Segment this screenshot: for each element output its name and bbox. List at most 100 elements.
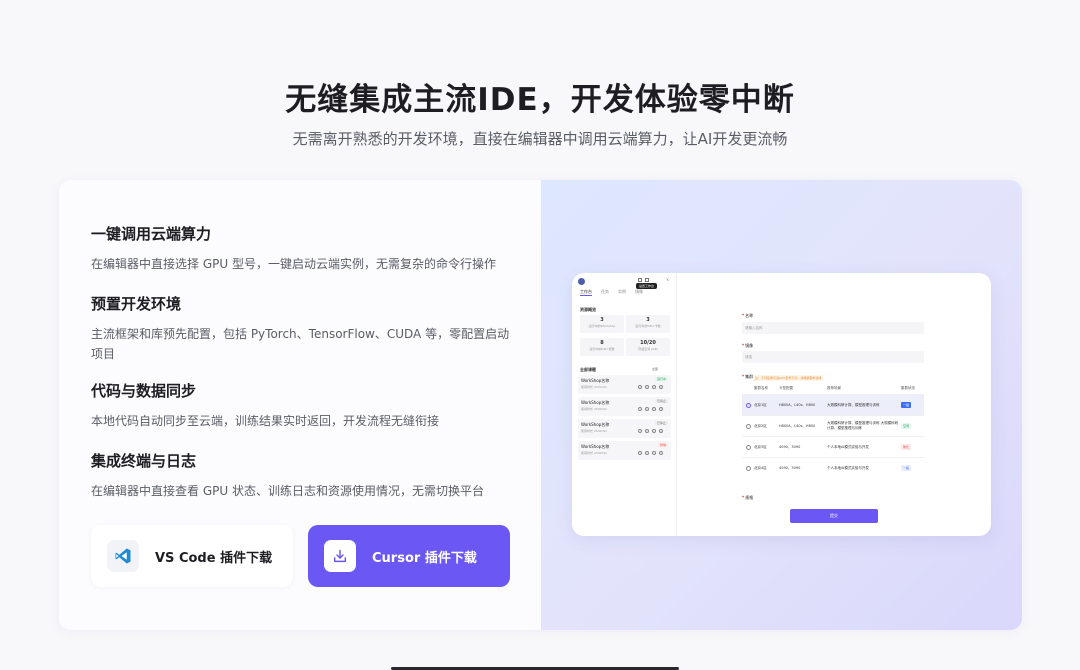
tab-instances[interactable]: 实例 <box>618 289 626 296</box>
image-label: *镜像 <box>742 343 754 348</box>
cluster-table: 集群名称 卡型配置 推荐场景 集群状态 北京1区 H800A、L40s、H800… <box>742 382 924 478</box>
cluster-gpu: H800A、L40s、H800 <box>779 423 816 428</box>
action-icon[interactable] <box>652 385 656 389</box>
action-icon[interactable] <box>659 451 663 455</box>
tab-images[interactable]: 镜像 <box>635 289 643 296</box>
name-input[interactable]: 请输入名称 <box>742 322 924 334</box>
resource-label: 运行中的GPU 卡数 <box>635 324 661 328</box>
submit-button[interactable]: 提交 <box>790 509 878 523</box>
action-icon[interactable] <box>645 407 649 411</box>
feature-description: 主流框架和库预先配置，包括 PyTorch、TensorFlow、CUDA 等，… <box>91 327 510 361</box>
status-badge: 已停止 <box>654 421 668 425</box>
project-actions <box>638 451 663 455</box>
action-icon[interactable] <box>645 451 649 455</box>
projects-filter[interactable]: 全部 <box>652 367 658 371</box>
name-label: *名称 <box>742 313 754 318</box>
feature-title: 集成终端与日志 <box>91 452 197 470</box>
resource-stat: 3 运行中的GPU 卡数 <box>626 315 670 333</box>
status-badge: 异常 <box>657 443 668 447</box>
image-select[interactable]: 请选 <box>742 351 924 363</box>
column-header: 集群名称 <box>754 385 768 390</box>
radio-button[interactable] <box>745 465 751 471</box>
project-name: WorkShop名称 <box>581 444 610 449</box>
cluster-scene: 个人本地AI模式实验与开发 <box>827 444 869 449</box>
cluster-scene: 大规模科研计算、模型推理与训练 大规模科研计算、模型推理与训练 <box>827 421 899 430</box>
action-icon[interactable] <box>645 385 649 389</box>
action-icon[interactable] <box>652 451 656 455</box>
project-meta: 使用时长 2h30min <box>581 407 608 411</box>
resource-stat: 3 运行中的Workshop <box>580 315 624 333</box>
action-icon[interactable] <box>638 407 642 411</box>
resource-label: 运行中的CPU 核数 <box>589 347 615 351</box>
action-icon[interactable] <box>638 385 642 389</box>
project-item[interactable]: WorkShop名称 使用时长 2h30min 已停止 <box>578 397 671 416</box>
cluster-name: 北京2区 <box>754 423 767 428</box>
table-row[interactable]: 北京4区 4090、3090 个人本地AI模式实验与开发 一般 <box>742 457 924 478</box>
project-item[interactable]: WorkShop名称 使用时长 2h30min 异常 <box>578 441 671 460</box>
feature-cloud-compute: 一键调用云端算力 在编辑器中直接选择 GPU 型号，一键启动云端实例，无需复杂的… <box>91 223 511 274</box>
tab-workbench[interactable]: 工作台 <box>580 289 592 296</box>
status-badge: 空闲 <box>901 423 912 429</box>
column-header: 推荐场景 <box>827 385 841 390</box>
status-badge: 已停止 <box>654 399 668 403</box>
table-row[interactable]: 北京2区 H800A、L40s、H800 大规模科研计算、模型推理与训练 大规模… <box>742 415 924 436</box>
status-badge: 繁忙 <box>901 444 912 450</box>
table-row[interactable]: 北京1区 H800A、L40s、H800 大规模科研计算、模型推理与训练 一般 <box>742 394 924 415</box>
resource-label: 存储空间 (GB) <box>638 347 658 351</box>
cluster-name: 北京3区 <box>754 444 767 449</box>
table-row[interactable]: 北京3区 4090、3090 个人本地AI模式实验与开发 繁忙 <box>742 436 924 457</box>
resource-value: 3 <box>646 317 650 323</box>
cursor-download-label: Cursor 插件下载 <box>372 550 477 566</box>
project-item[interactable]: WorkShop名称 使用时长 2h30min 已停止 <box>578 419 671 438</box>
project-name: WorkShop名称 <box>581 422 610 427</box>
action-icon[interactable] <box>652 407 656 411</box>
tab-tasks[interactable]: 任务 <box>601 289 609 296</box>
action-icon[interactable] <box>652 429 656 433</box>
cluster-hint: 注：不同集群可选GPU型号不同，请根据需求选择 <box>753 375 824 381</box>
cluster-gpu: H800A、L40s、H800 <box>779 402 816 407</box>
project-actions <box>638 429 663 433</box>
window-icon[interactable] <box>638 278 642 282</box>
radio-button[interactable] <box>745 402 751 408</box>
feature-code-sync: 代码与数据同步 本地代码自动同步至云端，训练结果实时返回，开发流程无缝衔接 <box>91 380 511 431</box>
cursor-download-button[interactable]: Cursor 插件下载 <box>308 525 510 587</box>
resource-stat: 10/20 存储空间 (GB) <box>626 338 670 356</box>
column-header: 卡型配置 <box>779 385 793 390</box>
action-icon[interactable] <box>645 429 649 433</box>
resource-value: 8 <box>600 340 604 346</box>
feature-preset-env: 预置开发环境 主流框架和库预先配置，包括 PyTorch、TensorFlow、… <box>91 293 511 364</box>
cluster-label: *集群 <box>742 374 754 379</box>
vscode-download-button[interactable]: VS Code 插件下载 <box>91 525 293 587</box>
action-icon[interactable] <box>638 429 642 433</box>
page-title: 无缝集成主流IDE，开发体验零中断 <box>285 82 795 118</box>
project-meta: 使用时长 2h30min <box>581 385 608 389</box>
project-meta: 使用时长 2h30min <box>581 429 608 433</box>
resource-value: 3 <box>600 317 604 323</box>
spec-label: *规格 <box>742 495 754 500</box>
feature-description: 在编辑器中直接查看 GPU 状态、训练日志和资源使用情况，无需切换平台 <box>91 484 484 498</box>
vscode-download-label: VS Code 插件下载 <box>155 550 273 566</box>
project-actions <box>638 407 663 411</box>
column-header: 集群状态 <box>901 385 915 390</box>
action-icon[interactable] <box>659 385 663 389</box>
settings-icon[interactable] <box>645 278 649 282</box>
resources-title: 资源概览 <box>580 307 596 312</box>
cluster-gpu: 4090、3090 <box>779 444 801 449</box>
action-icon[interactable] <box>659 429 663 433</box>
cluster-gpu: 4090、3090 <box>779 465 801 470</box>
status-badge: 运行中 <box>654 377 668 381</box>
project-item[interactable]: WorkShop名称 使用时长 2h30min 运行中 <box>578 375 671 394</box>
action-icon[interactable] <box>638 451 642 455</box>
table-header: 集群名称 卡型配置 推荐场景 集群状态 <box>742 382 924 394</box>
vscode-icon <box>107 540 139 572</box>
cluster-scene: 个人本地AI模式实验与开发 <box>827 465 869 470</box>
feature-title: 预置开发环境 <box>91 295 182 313</box>
page-subtitle: 无需离开熟悉的开发环境，直接在编辑器中调用云端算力，让AI开发更流畅 <box>292 130 788 148</box>
radio-button[interactable] <box>745 444 751 450</box>
feature-description: 在编辑器中直接选择 GPU 型号，一键启动云端实例，无需复杂的命令行操作 <box>91 257 496 271</box>
resource-value: 10/20 <box>640 340 656 346</box>
close-icon[interactable]: × <box>666 277 669 282</box>
radio-button[interactable] <box>745 423 751 429</box>
project-name: WorkShop名称 <box>581 400 610 405</box>
action-icon[interactable] <box>659 407 663 411</box>
